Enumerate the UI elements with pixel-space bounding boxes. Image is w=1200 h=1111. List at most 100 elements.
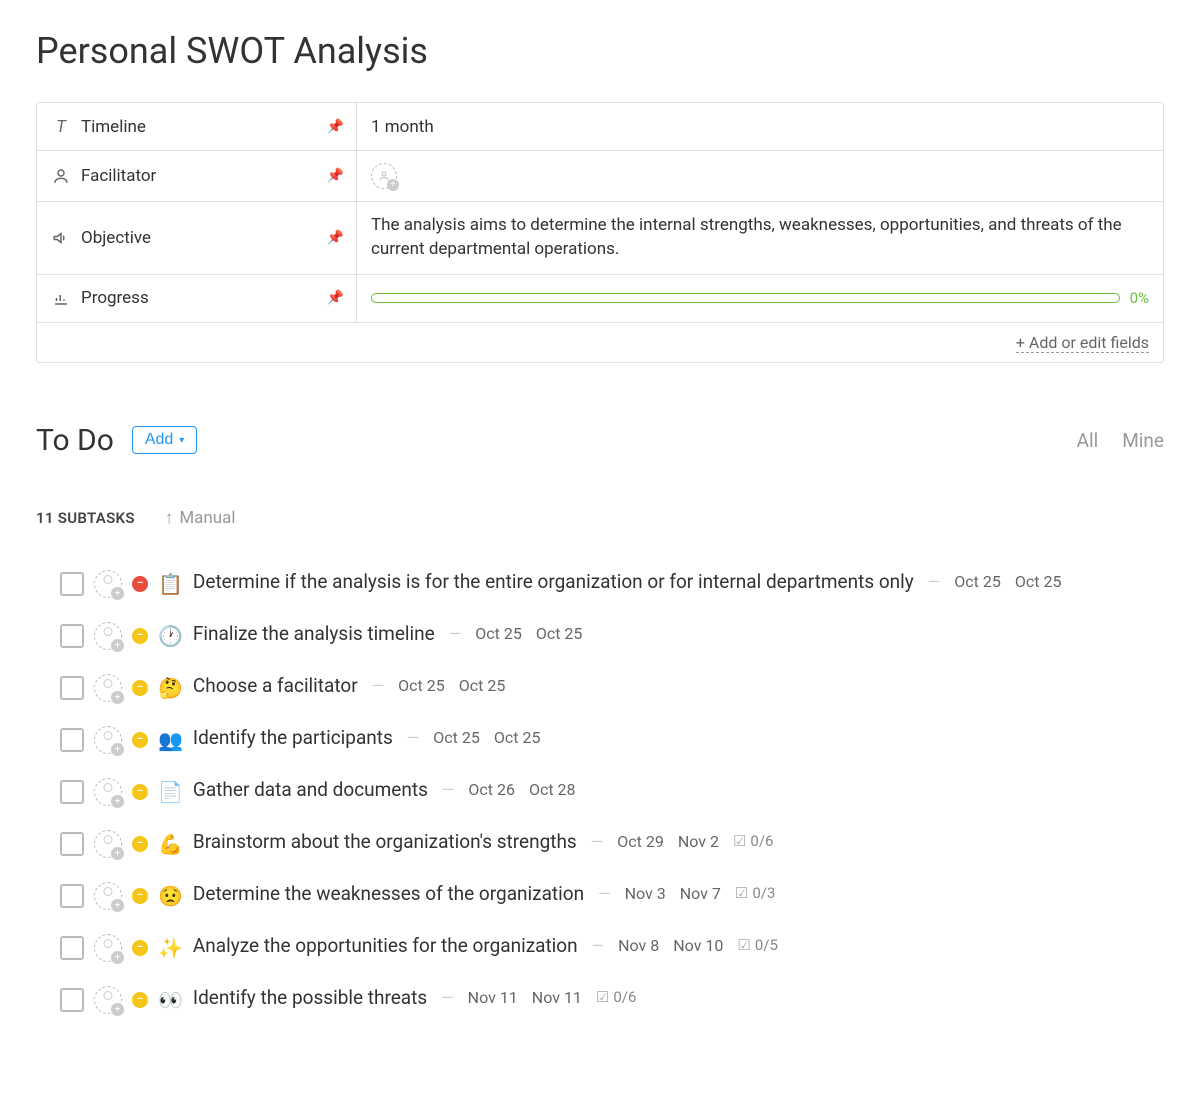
task-content: Identify the participants—Oct 25Oct 25: [193, 726, 1164, 749]
task-emoji-icon: 🤔: [158, 676, 183, 700]
assignee-placeholder-icon[interactable]: [94, 778, 122, 806]
task-content: Identify the possible threats—Nov 11Nov …: [193, 986, 1164, 1009]
assignee-placeholder-icon[interactable]: [94, 830, 122, 858]
task-content: Gather data and documents—Oct 26Oct 28: [193, 778, 1164, 801]
task-checkbox[interactable]: [60, 936, 84, 960]
assignee-placeholder-icon[interactable]: [94, 622, 122, 650]
task-checkbox[interactable]: [60, 988, 84, 1012]
task-row[interactable]: –👀Identify the possible threats—Nov 11No…: [60, 974, 1164, 1026]
task-checklist-count[interactable]: 0/6: [733, 832, 774, 850]
task-start-date[interactable]: Nov 11: [468, 988, 518, 1007]
task-start-date[interactable]: Oct 26: [468, 780, 515, 799]
task-row[interactable]: –✨Analyze the opportunities for the orga…: [60, 922, 1164, 974]
priority-icon[interactable]: –: [132, 784, 148, 800]
priority-icon[interactable]: –: [132, 680, 148, 696]
add-button[interactable]: Add: [132, 426, 198, 454]
pin-icon[interactable]: 📌: [327, 290, 344, 306]
task-end-date[interactable]: Nov 2: [678, 832, 719, 851]
task-checkbox[interactable]: [60, 624, 84, 648]
task-title[interactable]: Finalize the analysis timeline: [193, 622, 435, 645]
field-label-objective[interactable]: Objective 📌: [37, 202, 357, 274]
add-person-icon[interactable]: [371, 163, 397, 189]
task-checklist-count[interactable]: 0/3: [735, 884, 776, 902]
task-title[interactable]: Choose a facilitator: [193, 674, 358, 697]
task-start-date[interactable]: Oct 25: [398, 676, 445, 695]
assignee-placeholder-icon[interactable]: [94, 934, 122, 962]
add-edit-fields-link[interactable]: + Add or edit fields: [1016, 333, 1149, 353]
field-label-timeline[interactable]: T Timeline 📌: [37, 103, 357, 150]
custom-fields-table: T Timeline 📌 1 month Facilitator 📌 Objec…: [36, 102, 1164, 363]
task-end-date[interactable]: Nov 11: [532, 988, 582, 1007]
field-label-text: Timeline: [81, 117, 146, 137]
task-start-date[interactable]: Nov 3: [625, 884, 666, 903]
task-row[interactable]: –💪Brainstorm about the organization's st…: [60, 818, 1164, 870]
task-checklist-count[interactable]: 0/5: [737, 936, 778, 954]
task-start-date[interactable]: Oct 25: [475, 624, 522, 643]
task-row[interactable]: –🕐Finalize the analysis timeline—Oct 25O…: [60, 610, 1164, 662]
task-checklist-count[interactable]: 0/6: [596, 988, 637, 1006]
task-checkbox[interactable]: [60, 780, 84, 804]
task-end-date[interactable]: Oct 25: [459, 676, 506, 695]
task-checkbox[interactable]: [60, 572, 84, 596]
task-end-date[interactable]: Oct 25: [536, 624, 583, 643]
task-start-date[interactable]: Nov 8: [618, 936, 659, 955]
task-checkbox[interactable]: [60, 728, 84, 752]
field-label-text: Facilitator: [81, 166, 156, 186]
pin-icon[interactable]: 📌: [327, 230, 344, 246]
task-start-date[interactable]: Oct 25: [433, 728, 480, 747]
priority-icon[interactable]: –: [132, 992, 148, 1008]
task-row[interactable]: –🤔Choose a facilitator—Oct 25Oct 25: [60, 662, 1164, 714]
task-row[interactable]: –📋 Determine if the analysis is for the e…: [60, 558, 1164, 610]
task-checkbox[interactable]: [60, 884, 84, 908]
assignee-placeholder-icon[interactable]: [94, 570, 122, 598]
task-end-date[interactable]: Nov 10: [673, 936, 723, 955]
task-end-date[interactable]: Oct 28: [529, 780, 576, 799]
task-emoji-icon: 👥: [158, 728, 183, 752]
task-end-date[interactable]: Oct 25: [1015, 572, 1062, 591]
field-value-timeline[interactable]: 1 month: [357, 103, 1163, 150]
task-title[interactable]: Identify the possible threats: [193, 986, 427, 1009]
task-title[interactable]: Gather data and documents: [193, 778, 428, 801]
priority-icon[interactable]: –: [132, 628, 148, 644]
task-title[interactable]: Brainstorm about the organization's stre…: [193, 830, 577, 853]
field-value-facilitator[interactable]: [357, 151, 1163, 201]
assignee-placeholder-icon[interactable]: [94, 726, 122, 754]
task-title[interactable]: Determine the weaknesses of the organiza…: [193, 882, 584, 905]
field-value-objective[interactable]: The analysis aims to determine the inter…: [357, 202, 1163, 274]
task-emoji-icon: 📋: [158, 572, 183, 596]
field-value-progress[interactable]: 0%: [357, 275, 1163, 322]
filter-all[interactable]: All: [1077, 429, 1099, 452]
field-label-facilitator[interactable]: Facilitator 📌: [37, 151, 357, 201]
task-start-date[interactable]: Oct 25: [954, 572, 1001, 591]
task-title[interactable]: Determine if the analysis is for the ent…: [193, 570, 914, 593]
priority-icon[interactable]: –: [132, 940, 148, 956]
task-checkbox[interactable]: [60, 676, 84, 700]
assignee-placeholder-icon[interactable]: [94, 986, 122, 1014]
sort-mode[interactable]: ↑ Manual: [165, 508, 236, 528]
priority-icon[interactable]: –: [132, 836, 148, 852]
task-end-date[interactable]: Nov 7: [680, 884, 721, 903]
task-list: –📋Determine if the analysis is for the e…: [36, 558, 1164, 1026]
task-row[interactable]: –📄Gather data and documents—Oct 26Oct 28: [60, 766, 1164, 818]
pin-icon[interactable]: 📌: [327, 168, 344, 184]
field-row-objective: Objective 📌 The analysis aims to determi…: [37, 202, 1163, 275]
task-title[interactable]: Identify the participants: [193, 726, 393, 749]
assignee-placeholder-icon[interactable]: [94, 674, 122, 702]
task-end-date[interactable]: Oct 25: [494, 728, 541, 747]
field-label-progress[interactable]: Progress 📌: [37, 275, 357, 322]
separator-icon: —: [449, 624, 462, 643]
assignee-placeholder-icon[interactable]: [94, 882, 122, 910]
task-start-date[interactable]: Oct 29: [617, 832, 664, 851]
task-checkbox[interactable]: [60, 832, 84, 856]
task-row[interactable]: –😟Determine the weaknesses of the organi…: [60, 870, 1164, 922]
pin-icon[interactable]: 📌: [327, 119, 344, 135]
field-row-timeline: T Timeline 📌 1 month: [37, 103, 1163, 151]
priority-icon[interactable]: –: [132, 576, 148, 592]
priority-icon[interactable]: –: [132, 732, 148, 748]
priority-icon[interactable]: –: [132, 888, 148, 904]
progress-bar: [371, 293, 1120, 303]
task-title[interactable]: Analyze the opportunities for the organi…: [193, 934, 578, 957]
task-row[interactable]: –👥Identify the participants—Oct 25Oct 25: [60, 714, 1164, 766]
field-row-progress: Progress 📌 0%: [37, 275, 1163, 323]
filter-mine[interactable]: Mine: [1122, 429, 1164, 452]
